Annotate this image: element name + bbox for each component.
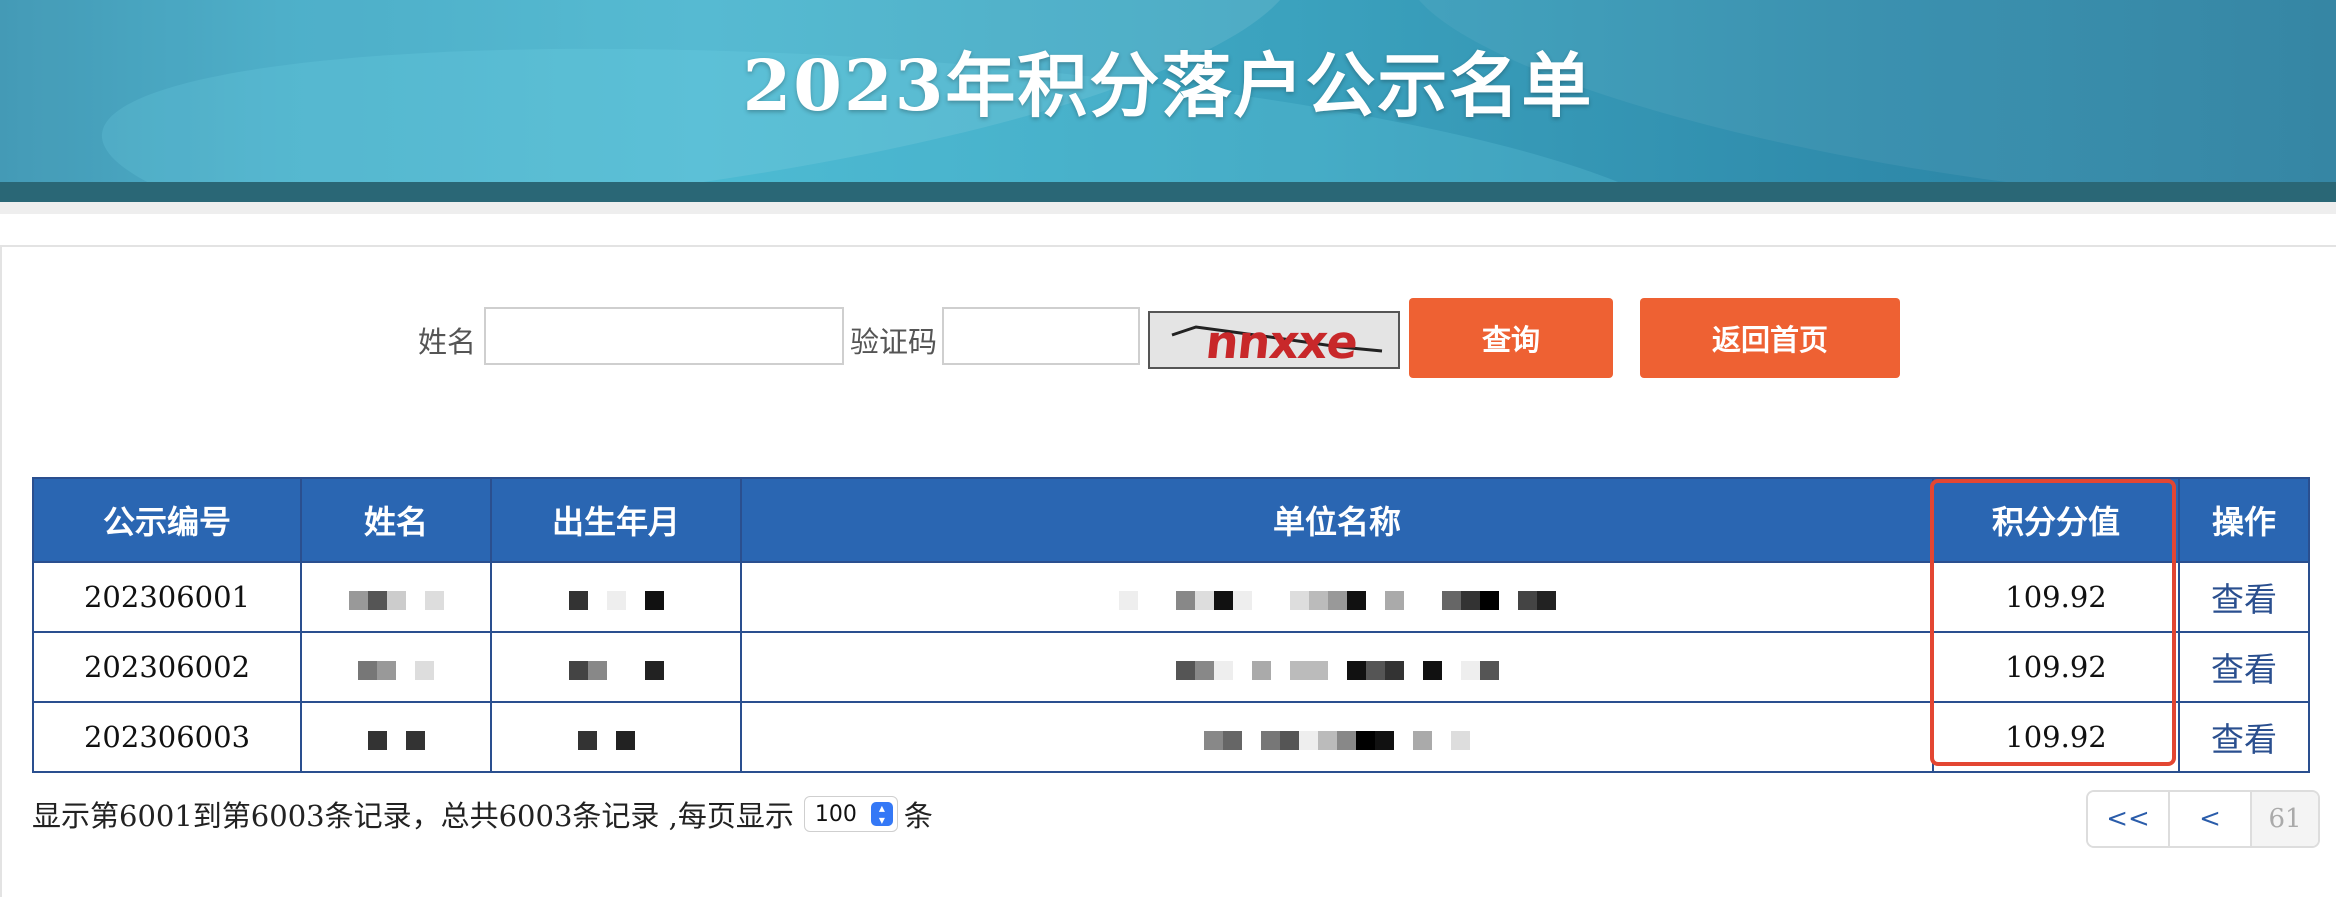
col-header-id[interactable]: 公示编号 <box>32 477 302 563</box>
cell-name-redacted <box>300 701 492 773</box>
cell-score: 109.92 <box>1932 631 2180 703</box>
select-arrows-icon: ▴ ▾ <box>870 802 893 826</box>
cell-employer-redacted <box>740 631 1934 703</box>
col-header-birth[interactable]: 出生年月 <box>490 477 742 563</box>
page-banner: 2023年积分落户公示名单 <box>0 0 2336 182</box>
view-link[interactable]: 查看 <box>2178 631 2310 703</box>
cell-birth-redacted <box>490 631 742 703</box>
pagination: << < 61 <box>2086 790 2320 848</box>
col-header-action[interactable]: 操作 <box>2178 477 2310 563</box>
table-header-row: 公示编号 姓名 出生年月 单位名称 积分分值 操作 <box>32 477 2310 563</box>
page-size-unit: 条 <box>903 799 933 833</box>
cell-birth-redacted <box>490 701 742 773</box>
cell-employer-redacted <box>740 561 1934 633</box>
cell-id: 202306001 <box>32 561 302 633</box>
page-size-value: 100 <box>814 801 857 827</box>
home-button[interactable]: 返回首页 <box>1640 298 1900 378</box>
banner-divider <box>0 182 2336 202</box>
results-table-wrap: 公示编号 姓名 出生年月 单位名称 积分分值 操作 202306001 109.… <box>32 477 2310 773</box>
view-link[interactable]: 查看 <box>2178 701 2310 773</box>
cell-employer-redacted <box>740 701 1934 773</box>
first-page-button[interactable]: << <box>2088 792 2170 846</box>
cell-name-redacted <box>300 561 492 633</box>
captcha-input[interactable] <box>942 307 1140 365</box>
query-button[interactable]: 查询 <box>1409 298 1613 378</box>
view-link[interactable]: 查看 <box>2178 561 2310 633</box>
cell-name-redacted <box>300 631 492 703</box>
name-input[interactable] <box>484 307 844 365</box>
cell-score: 109.92 <box>1932 701 2180 773</box>
banner-strip <box>0 202 2336 214</box>
results-table: 公示编号 姓名 出生年月 单位名称 积分分值 操作 202306001 109.… <box>32 477 2310 773</box>
table-row: 202306001 109.92 查看 <box>32 561 2310 633</box>
cell-birth-redacted <box>490 561 742 633</box>
col-header-score[interactable]: 积分分值 <box>1932 477 2180 563</box>
name-label: 姓名 <box>418 325 477 359</box>
captcha-text: nnxxe <box>1203 315 1360 369</box>
page-title: 2023年积分落户公示名单 <box>742 44 1594 127</box>
col-header-name[interactable]: 姓名 <box>300 477 492 563</box>
current-page: 61 <box>2252 792 2318 846</box>
captcha-label: 验证码 <box>850 325 938 359</box>
table-row: 202306002 109.92 查看 <box>32 631 2310 703</box>
cell-id: 202306003 <box>32 701 302 773</box>
captcha-image[interactable]: nnxxe <box>1148 311 1400 369</box>
record-summary: 显示第6001到第6003条记录，总共6003条记录 ,每页显示 100 ▴ ▾ … <box>32 793 933 835</box>
page-size-select[interactable]: 100 ▴ ▾ <box>803 796 898 832</box>
cell-id: 202306002 <box>32 631 302 703</box>
record-summary-text: 显示第6001到第6003条记录，总共6003条记录 ,每页显示 <box>32 799 794 833</box>
prev-page-button[interactable]: < <box>2170 792 2252 846</box>
table-row: 202306003 109.92 查看 <box>32 701 2310 773</box>
col-header-employer[interactable]: 单位名称 <box>740 477 1934 563</box>
cell-score: 109.92 <box>1932 561 2180 633</box>
